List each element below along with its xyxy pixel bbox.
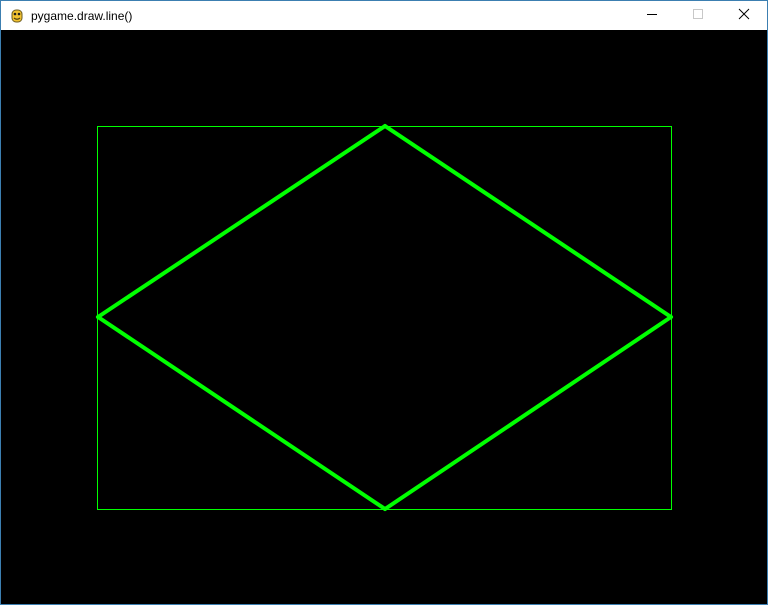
maximize-icon xyxy=(692,7,704,25)
green-rectangle-outline xyxy=(97,126,672,510)
diamond-edge-top-left xyxy=(96,124,387,319)
title-bar[interactable]: pygame.draw.line() xyxy=(1,1,767,30)
minimize-icon xyxy=(646,7,658,25)
diamond-edge-bottom-right xyxy=(383,315,673,511)
maximize-button[interactable] xyxy=(675,1,721,30)
pygame-snake-icon xyxy=(9,8,25,24)
pygame-canvas[interactable] xyxy=(1,30,767,604)
close-button[interactable] xyxy=(721,1,767,30)
drawing-surface xyxy=(96,124,673,511)
pygame-window: pygame.draw.line() xyxy=(0,0,768,605)
diamond-edge-top-right xyxy=(383,124,673,319)
diamond-edge-bottom-left xyxy=(96,315,387,511)
close-icon xyxy=(738,7,750,25)
window-title: pygame.draw.line() xyxy=(31,8,133,23)
window-controls xyxy=(629,1,767,30)
minimize-button[interactable] xyxy=(629,1,675,30)
